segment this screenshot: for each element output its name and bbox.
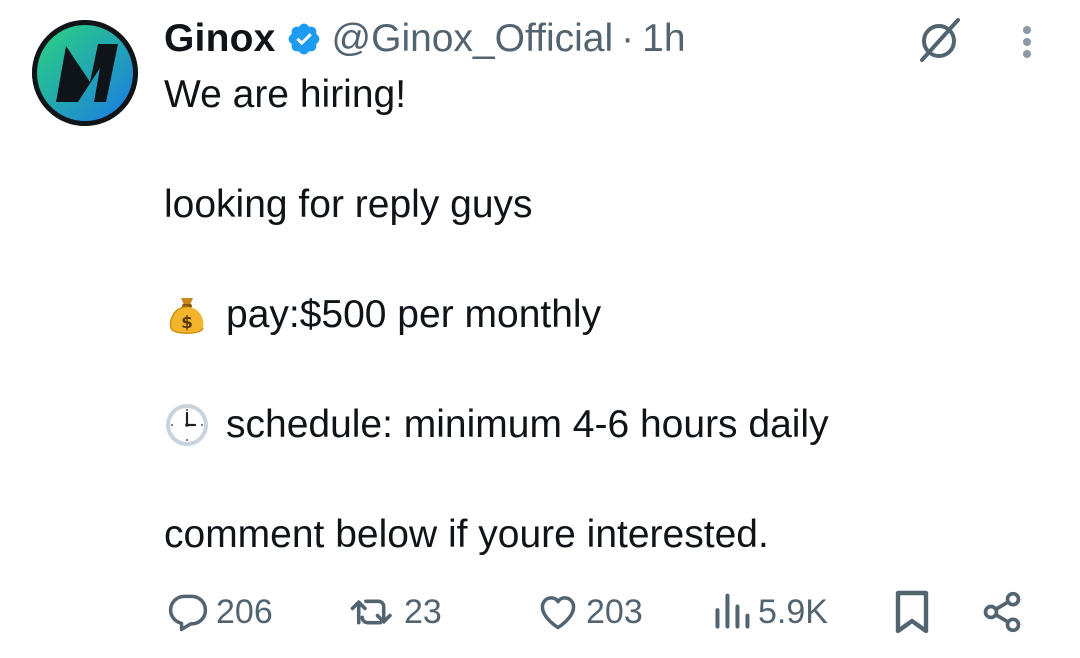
- views-icon: [715, 593, 750, 629]
- share-button[interactable]: [980, 584, 1024, 640]
- tweet-timestamp[interactable]: 1h: [642, 17, 685, 61]
- separator-dot: ·: [621, 17, 635, 60]
- reply-icon: [168, 594, 208, 632]
- views-button[interactable]: 5.9K: [712, 584, 828, 640]
- tweet-line-comment: comment below if youre interested.: [164, 513, 769, 556]
- repost-button[interactable]: 23: [348, 584, 442, 640]
- tweet-text-line: We are hiring!: [164, 70, 406, 120]
- share-icon: [983, 591, 1021, 633]
- author-handle[interactable]: @Ginox_Official: [332, 17, 614, 61]
- repost-icon: [350, 599, 392, 625]
- more-dots-icon[interactable]: [1012, 18, 1042, 66]
- tweet[interactable]: Ginox @Ginox_Official · 1h We are hiring…: [0, 0, 1080, 658]
- tweet-text-line: $ pay:$500 per monthly: [164, 290, 601, 340]
- bookmark-button[interactable]: [890, 584, 934, 640]
- reply-button[interactable]: 206: [166, 584, 273, 640]
- heart-icon: [540, 596, 576, 630]
- ginox-logo-icon: [32, 20, 138, 126]
- tweet-line-looking: looking for reply guys: [164, 183, 533, 226]
- tweet-text-line: looking for reply guys: [164, 180, 533, 230]
- tweet-text-line: schedule: minimum 4-6 hours daily: [164, 400, 829, 450]
- grok-icon[interactable]: [916, 16, 964, 64]
- tweet-line-pay: pay:$500 per monthly: [226, 293, 602, 336]
- author-name[interactable]: Ginox: [164, 17, 276, 61]
- repost-count: 23: [404, 592, 442, 631]
- clock-emoji: [164, 402, 210, 448]
- money-bag-emoji: $: [164, 292, 210, 338]
- tweet-line-schedule: schedule: minimum 4-6 hours daily: [226, 403, 829, 446]
- svg-text:$: $: [181, 313, 193, 333]
- bookmark-icon: [895, 590, 929, 634]
- reply-count: 206: [216, 592, 273, 631]
- verified-badge-icon: [286, 21, 322, 57]
- tweet-text-line: comment below if youre interested.: [164, 510, 769, 560]
- like-count: 203: [586, 592, 643, 631]
- tweet-line-hiring: We are hiring!: [164, 73, 407, 116]
- avatar[interactable]: [32, 20, 138, 126]
- tweet-actions: 206 23 203 5.9K: [0, 584, 1080, 640]
- like-button[interactable]: 203: [536, 584, 643, 640]
- tweet-header: Ginox @Ginox_Official · 1h: [164, 14, 686, 64]
- views-count: 5.9K: [758, 592, 828, 631]
